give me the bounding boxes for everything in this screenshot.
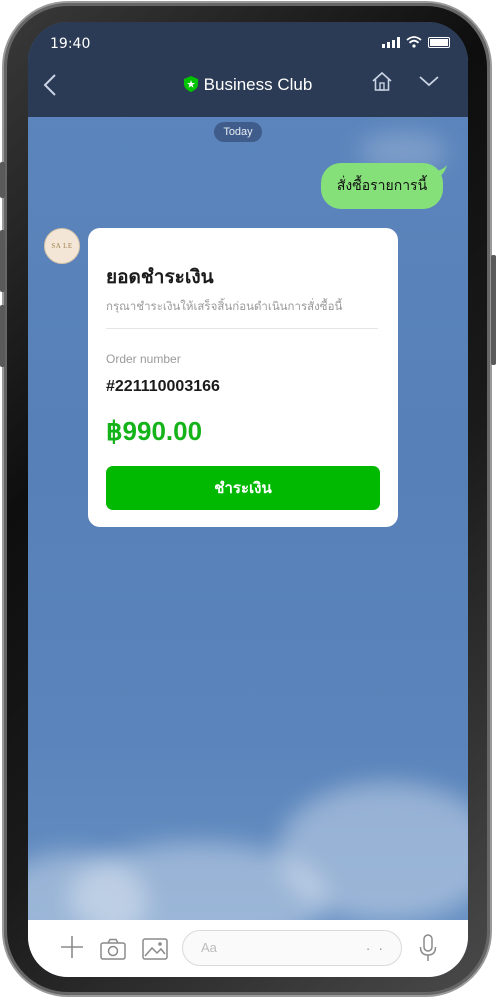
emoji-icon[interactable]: · · bbox=[366, 931, 385, 965]
status-icons bbox=[382, 36, 450, 48]
chevron-down-icon[interactable] bbox=[418, 74, 440, 88]
camera-icon[interactable] bbox=[100, 938, 126, 960]
volume-up-button bbox=[0, 230, 5, 292]
silent-switch bbox=[0, 162, 5, 198]
order-number-value: #221110003166 bbox=[106, 378, 220, 395]
chat-header: 19:40 Business Club bbox=[28, 22, 468, 117]
power-button bbox=[491, 255, 496, 365]
card-title: ยอดชำระเงิน bbox=[106, 266, 214, 288]
chat-title-text: Business Club bbox=[203, 75, 313, 94]
home-icon[interactable] bbox=[370, 70, 394, 94]
battery-icon bbox=[428, 36, 450, 48]
shield-icon bbox=[183, 76, 198, 92]
message-toolbar: Aa · · bbox=[28, 920, 468, 977]
payment-card: ยอดชำระเงิน กรุณาชำระเงินให้เสร็จสิ้นก่อ… bbox=[88, 228, 398, 527]
chat-title: Business Club bbox=[28, 75, 468, 95]
payment-amount: ฿990.00 bbox=[106, 416, 203, 446]
avatar[interactable]: SA LE bbox=[44, 228, 80, 264]
screen: 19:40 Business Club Today สั่งซื้อรายการ… bbox=[28, 22, 468, 977]
date-label: Today bbox=[214, 122, 262, 142]
divider bbox=[106, 328, 378, 329]
card-subtitle: กรุณาชำระเงินให้เสร็จสิ้นก่อนดำเนินการสั… bbox=[106, 299, 343, 313]
signal-icon bbox=[382, 36, 400, 48]
image-icon[interactable] bbox=[142, 938, 168, 960]
outgoing-message-bubble[interactable]: สั่งซื้อรายการนี้ bbox=[321, 163, 443, 209]
volume-down-button bbox=[0, 305, 5, 367]
message-input[interactable]: Aa · · bbox=[182, 930, 402, 966]
plus-icon[interactable] bbox=[60, 935, 84, 959]
wifi-icon bbox=[406, 36, 422, 48]
mic-icon[interactable] bbox=[418, 934, 438, 962]
pay-button[interactable]: ชำระเงิน bbox=[106, 466, 380, 510]
message-input-placeholder: Aa bbox=[201, 940, 217, 955]
status-time: 19:40 bbox=[50, 36, 91, 52]
bubble-tail bbox=[434, 165, 447, 177]
order-number-label: Order number bbox=[106, 352, 181, 366]
avatar-text: SA LE bbox=[51, 242, 73, 250]
